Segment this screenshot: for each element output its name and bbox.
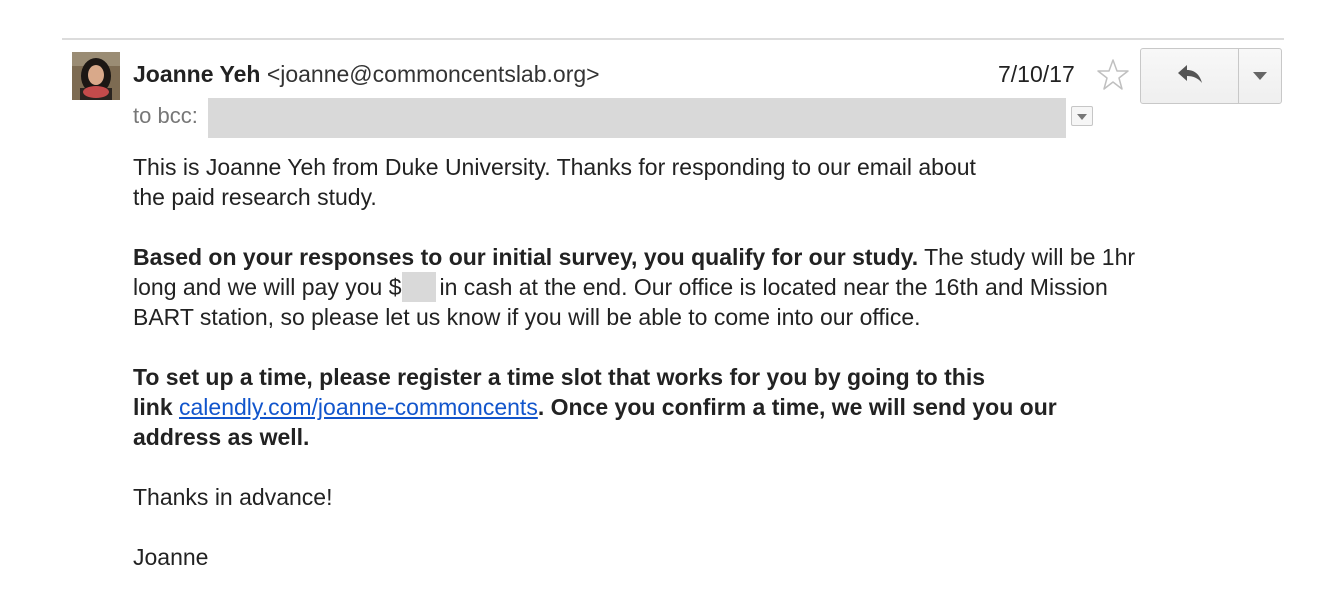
body-text-line: the paid research study. xyxy=(133,184,377,210)
message-date: 7/10/17 xyxy=(998,61,1075,87)
sender-avatar[interactable] xyxy=(72,52,120,100)
body-text-line: This is Joanne Yeh from Duke University.… xyxy=(133,154,976,180)
paragraph-schedule: To set up a time, please register a time… xyxy=(133,362,1057,452)
show-details-button[interactable] xyxy=(1071,106,1093,126)
sender-email: <joanne@commoncentslab.org> xyxy=(266,61,600,87)
body-text-line: To set up a time, please register a time… xyxy=(133,364,985,390)
recipients-label: to bcc: xyxy=(133,103,198,128)
body-text-line: long and we will pay you $ in cash at the… xyxy=(133,272,1135,302)
paragraph-qualify: Based on your responses to our initial s… xyxy=(133,242,1135,332)
calendly-link[interactable]: calendly.com/joanne-commoncents xyxy=(179,394,538,420)
sender-line: Joanne Yeh <joanne@commoncentslab.org> xyxy=(133,60,600,88)
reply-button-group xyxy=(1140,48,1282,104)
sender-name[interactable]: Joanne Yeh xyxy=(133,61,260,87)
redacted-amount xyxy=(401,272,436,302)
paragraph-intro: This is Joanne Yeh from Duke University.… xyxy=(133,152,976,212)
body-text-fragment: in cash at the end. Our office is locate… xyxy=(439,274,1108,300)
dropdown-triangle-icon xyxy=(1253,67,1267,85)
body-text-fragment: The study will be 1hr xyxy=(918,244,1136,270)
body-text-line: address as well. xyxy=(133,424,310,450)
signature: Joanne xyxy=(133,544,209,570)
body-text-fragment: . Once you confirm a time, we will send … xyxy=(537,394,1057,420)
reply-button[interactable] xyxy=(1141,49,1239,103)
header-divider xyxy=(62,38,1284,40)
chevron-down-icon xyxy=(1077,107,1087,125)
body-text-fragment: link xyxy=(133,394,180,420)
reply-arrow-icon xyxy=(1176,63,1204,90)
body-text-fragment: long and we will pay you $ xyxy=(133,274,402,300)
body-text-line: BART station, so please let us know if y… xyxy=(133,304,921,330)
redacted-recipients xyxy=(208,98,1066,138)
star-icon[interactable] xyxy=(1096,58,1130,92)
paragraph-thanks: Thanks in advance! xyxy=(133,484,333,510)
more-options-button[interactable] xyxy=(1239,49,1281,103)
qualify-bold-text: Based on your responses to our initial s… xyxy=(133,244,919,270)
body-text-line: link calendly.com/joanne-commoncents. On… xyxy=(133,392,1057,422)
body-text-line: Based on your responses to our initial s… xyxy=(133,242,1135,272)
